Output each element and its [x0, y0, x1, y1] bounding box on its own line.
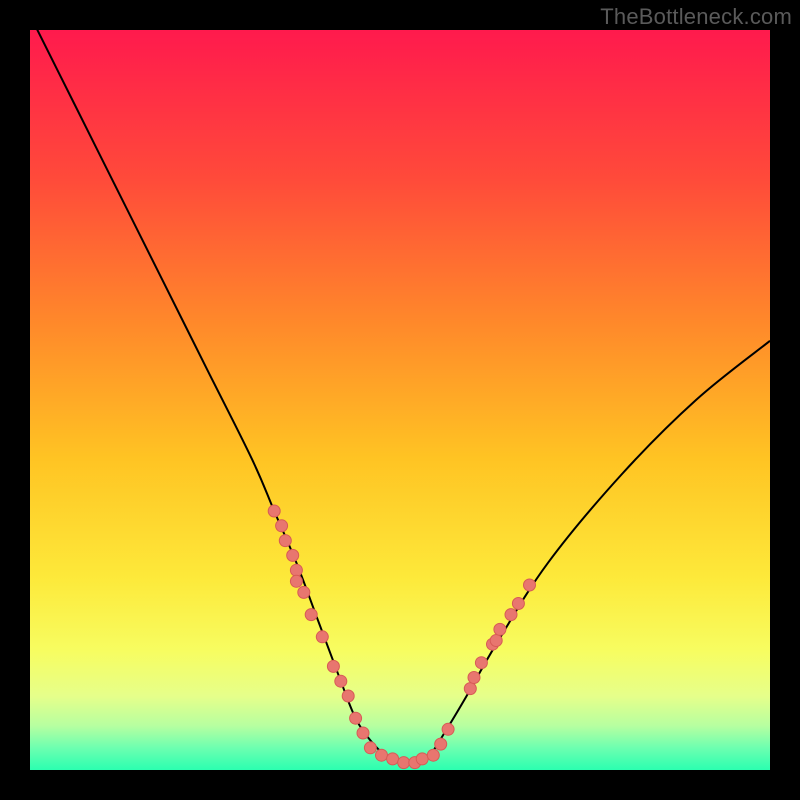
data-point — [305, 609, 317, 621]
data-point — [279, 535, 291, 547]
plot-area — [30, 30, 770, 770]
watermark-text: TheBottleneck.com — [600, 4, 792, 30]
data-point — [524, 579, 536, 591]
data-point — [350, 712, 362, 724]
data-point — [290, 575, 302, 587]
data-point — [427, 749, 439, 761]
data-point — [327, 660, 339, 672]
data-point — [376, 749, 388, 761]
data-point — [268, 505, 280, 517]
data-point — [435, 738, 447, 750]
data-markers — [268, 505, 535, 769]
data-point — [464, 683, 476, 695]
data-point — [357, 727, 369, 739]
data-point — [335, 675, 347, 687]
data-point — [490, 635, 502, 647]
data-point — [512, 598, 524, 610]
data-point — [287, 549, 299, 561]
data-point — [416, 753, 428, 765]
data-point — [364, 742, 376, 754]
curve-layer — [30, 30, 770, 770]
data-point — [387, 753, 399, 765]
data-point — [468, 672, 480, 684]
data-point — [475, 657, 487, 669]
data-point — [505, 609, 517, 621]
data-point — [316, 631, 328, 643]
data-point — [290, 564, 302, 576]
chart-frame: TheBottleneck.com — [0, 0, 800, 800]
data-point — [276, 520, 288, 532]
data-point — [342, 690, 354, 702]
data-point — [398, 757, 410, 769]
data-point — [298, 586, 310, 598]
bottleneck-curve — [30, 30, 770, 764]
data-point — [442, 723, 454, 735]
data-point — [494, 623, 506, 635]
